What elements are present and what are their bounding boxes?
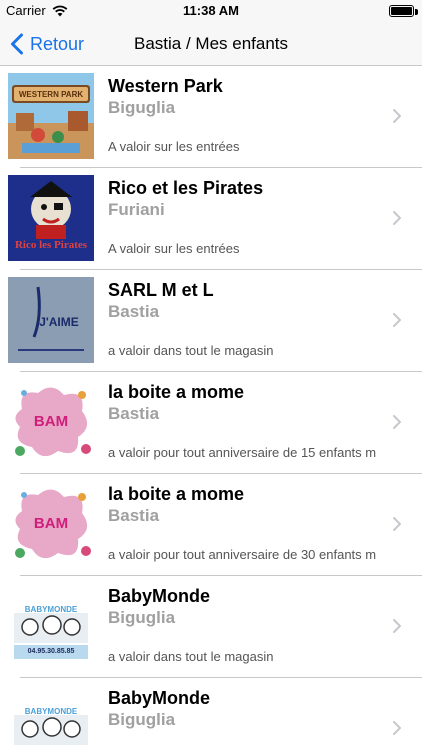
back-button-label: Retour bbox=[30, 33, 85, 54]
navigation-bar: Retour Bastia / Mes enfants bbox=[0, 22, 422, 66]
status-bar: Carrier 11:38 AM bbox=[0, 0, 422, 22]
status-time: 11:38 AM bbox=[183, 3, 239, 18]
chevron-left-icon bbox=[11, 33, 23, 55]
chevron-right-icon bbox=[393, 517, 401, 531]
item-description: a valoir dans tout le magasin bbox=[108, 343, 274, 358]
chevron-right-icon bbox=[393, 619, 401, 633]
item-title: BabyMonde bbox=[108, 586, 211, 606]
item-description: a valoir dans tout le magasin bbox=[108, 649, 274, 664]
item-city: Biguglia bbox=[108, 98, 176, 117]
offers-list: WESTERN PARK Western Park Biguglia A val… bbox=[0, 66, 422, 750]
item-city: Biguglia bbox=[108, 710, 176, 729]
chevron-right-icon bbox=[393, 211, 401, 225]
item-title: SARL M et L bbox=[108, 280, 214, 300]
babymonde-logo-text: BABYMONDE bbox=[24, 707, 78, 716]
item-title: la boite a mome bbox=[108, 484, 245, 504]
list-item[interactable]: BABYMONDE 04.95.30.85.85 BabyMonde Bigug… bbox=[0, 576, 422, 678]
item-city: Bastia bbox=[108, 506, 160, 525]
item-description: A valoir sur les entrées bbox=[108, 241, 240, 256]
rico-pirates-logo-text: Rico les Pirates bbox=[14, 239, 88, 251]
list-item[interactable]: BAM la boite a mome Bastia a valoir pour… bbox=[0, 474, 422, 576]
chevron-right-icon bbox=[393, 415, 401, 429]
item-city: Bastia bbox=[108, 302, 160, 321]
chevron-right-icon bbox=[393, 313, 401, 327]
western-park-logo-text: WESTERN PARK bbox=[18, 90, 84, 99]
item-city: Furiani bbox=[108, 200, 165, 219]
jaime-logo-text: J'AIME bbox=[39, 315, 79, 329]
list-item[interactable]: BAM la boite a mome Bastia a valoir pour… bbox=[0, 372, 422, 474]
item-city: Bastia bbox=[108, 404, 160, 423]
item-title: Rico et les Pirates bbox=[108, 178, 264, 198]
bam-logo-text: BAM bbox=[33, 413, 69, 430]
boite-a-mome-logo: BAM bbox=[8, 379, 94, 465]
item-title: la boite a mome bbox=[108, 382, 245, 402]
babymonde-logo: BABYMONDE bbox=[8, 685, 94, 750]
battery-fill bbox=[391, 7, 412, 15]
item-title: BabyMonde bbox=[108, 688, 211, 708]
list-item[interactable]: BABYMONDE BabyMonde Biguglia bbox=[0, 678, 422, 750]
chevron-right-icon bbox=[393, 109, 401, 123]
battery-cap bbox=[415, 9, 418, 15]
western-park-logo: WESTERN PARK bbox=[8, 73, 94, 159]
list-item[interactable]: J'AIME SARL M et L Bastia a valoir dans … bbox=[0, 270, 422, 372]
babymonde-logo: BABYMONDE 04.95.30.85.85 bbox=[8, 583, 94, 669]
item-city: Biguglia bbox=[108, 608, 176, 627]
list-item[interactable]: WESTERN PARK Western Park Biguglia A val… bbox=[0, 66, 422, 168]
babymonde-logo-text: BABYMONDE bbox=[24, 605, 78, 614]
babymonde-logo-phone: 04.95.30.85.85 bbox=[27, 648, 75, 655]
back-button[interactable]: Retour bbox=[10, 22, 84, 66]
bam-logo-text: BAM bbox=[33, 515, 69, 532]
item-description: A valoir sur les entrées bbox=[108, 139, 240, 154]
battery-icon bbox=[389, 5, 414, 17]
rico-pirates-logo: Rico les Pirates bbox=[8, 175, 94, 261]
boite-a-mome-logo: BAM bbox=[8, 481, 94, 567]
item-description: a valoir pour tout anniversaire de 30 en… bbox=[108, 547, 377, 562]
jaime-boutique-logo: J'AIME bbox=[8, 277, 94, 363]
item-description: a valoir pour tout anniversaire de 15 en… bbox=[108, 445, 377, 460]
list-item[interactable]: Rico les Pirates Rico et les Pirates Fur… bbox=[0, 168, 422, 270]
chevron-right-icon bbox=[393, 721, 401, 735]
item-title: Western Park bbox=[108, 76, 223, 96]
